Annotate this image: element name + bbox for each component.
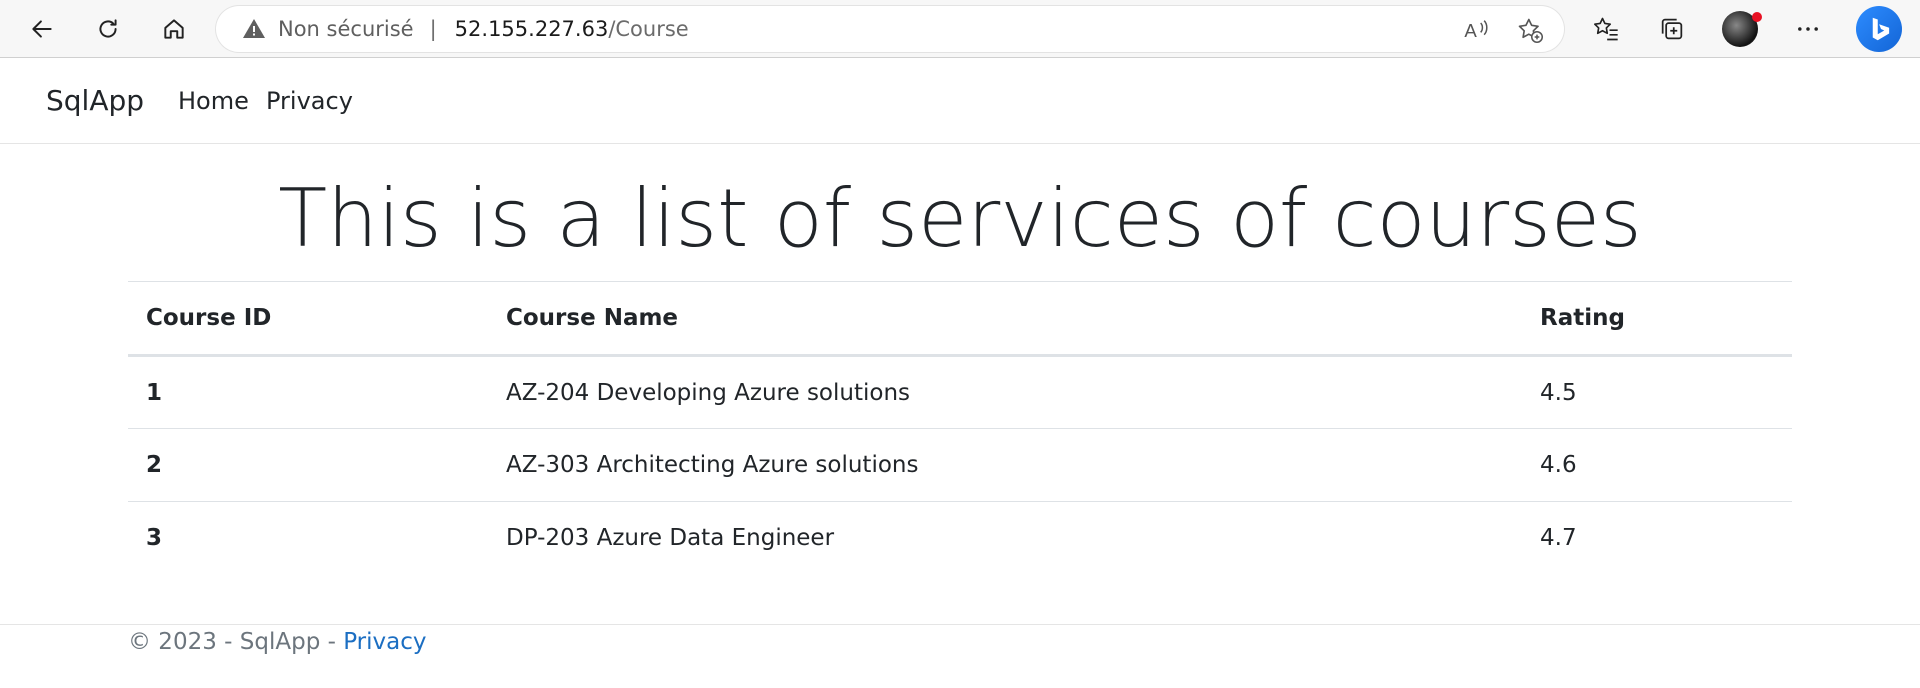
favorites-button[interactable] [1588, 11, 1624, 47]
bing-chat-button[interactable] [1856, 6, 1902, 52]
read-aloud-icon: A [1464, 20, 1488, 41]
rating-cell: 4.5 [1522, 355, 1792, 429]
header-course-id: Course ID [128, 281, 488, 357]
back-button[interactable] [22, 9, 62, 49]
page-footer: © 2023 - SqlApp - Privacy [0, 624, 1920, 688]
rating-cell: 4.7 [1540, 525, 1577, 552]
collections-icon [1661, 18, 1683, 40]
table-header-row: Course ID Course Name Rating [128, 281, 1792, 357]
copyright-text: © 2023 - SqlApp - [128, 629, 344, 655]
collections-button[interactable] [1654, 11, 1690, 47]
table-row: 2 AZ-303 Architecting Azure solutions 4.… [128, 428, 1792, 502]
bing-icon [1872, 17, 1890, 41]
courses-table-container: Course ID Course Name Rating 1 AZ-204 De… [128, 281, 1792, 575]
star-add-icon [1518, 18, 1544, 44]
address-bar[interactable]: Non sécurisé | 52.155.227.63/Course A [216, 6, 1564, 52]
footer-text: © 2023 - SqlApp - Privacy [128, 629, 427, 655]
page-title: This is a list of services of courses [278, 172, 1642, 265]
course-id-cell: 2 [128, 428, 488, 502]
nav-home-link[interactable]: Home [178, 87, 249, 115]
home-icon [164, 19, 184, 39]
footer-privacy-link[interactable]: Privacy [343, 629, 426, 655]
more-dots-icon [1798, 27, 1818, 31]
header-course-name: Course Name [488, 281, 1522, 357]
url-path: /Course [608, 17, 689, 41]
header-rating: Rating [1522, 281, 1792, 357]
back-arrow-icon [32, 20, 52, 38]
address-separator: | [429, 17, 437, 41]
add-favorite-button[interactable] [1516, 16, 1544, 44]
course-name-cell: DP-203 Azure Data Engineer [506, 525, 835, 552]
courses-table: Course ID Course Name Rating 1 AZ-204 De… [128, 281, 1792, 575]
read-aloud-button[interactable]: A [1462, 16, 1490, 44]
nav-privacy-link[interactable]: Privacy [266, 87, 353, 115]
course-id-cell: 1 [128, 355, 488, 429]
course-name-cell: AZ-303 Architecting Azure solutions [488, 428, 1522, 502]
app-navbar: SqlApp Home Privacy [0, 58, 1920, 144]
url-host: 52.155.227.63 [454, 17, 609, 41]
course-id-cell: 3 [146, 525, 163, 552]
refresh-button[interactable] [88, 9, 128, 49]
warning-icon [243, 19, 265, 38]
favorites-icon [1593, 17, 1618, 41]
refresh-icon [99, 19, 117, 38]
brand-link[interactable]: SqlApp [46, 84, 144, 117]
rating-cell: 4.6 [1522, 428, 1792, 502]
home-button[interactable] [154, 9, 194, 49]
security-label: Non sécurisé [278, 17, 414, 41]
notification-dot [1752, 12, 1762, 22]
browser-toolbar: Non sécurisé | 52.155.227.63/Course A [0, 0, 1920, 58]
svg-text:A: A [1464, 20, 1477, 41]
table-row: 1 AZ-204 Developing Azure solutions 4.5 [128, 355, 1792, 429]
more-menu-button[interactable] [1790, 11, 1826, 47]
table-row: 3 DP-203 Azure Data Engineer 4.7 [128, 502, 1792, 575]
course-name-cell: AZ-204 Developing Azure solutions [488, 355, 1522, 429]
